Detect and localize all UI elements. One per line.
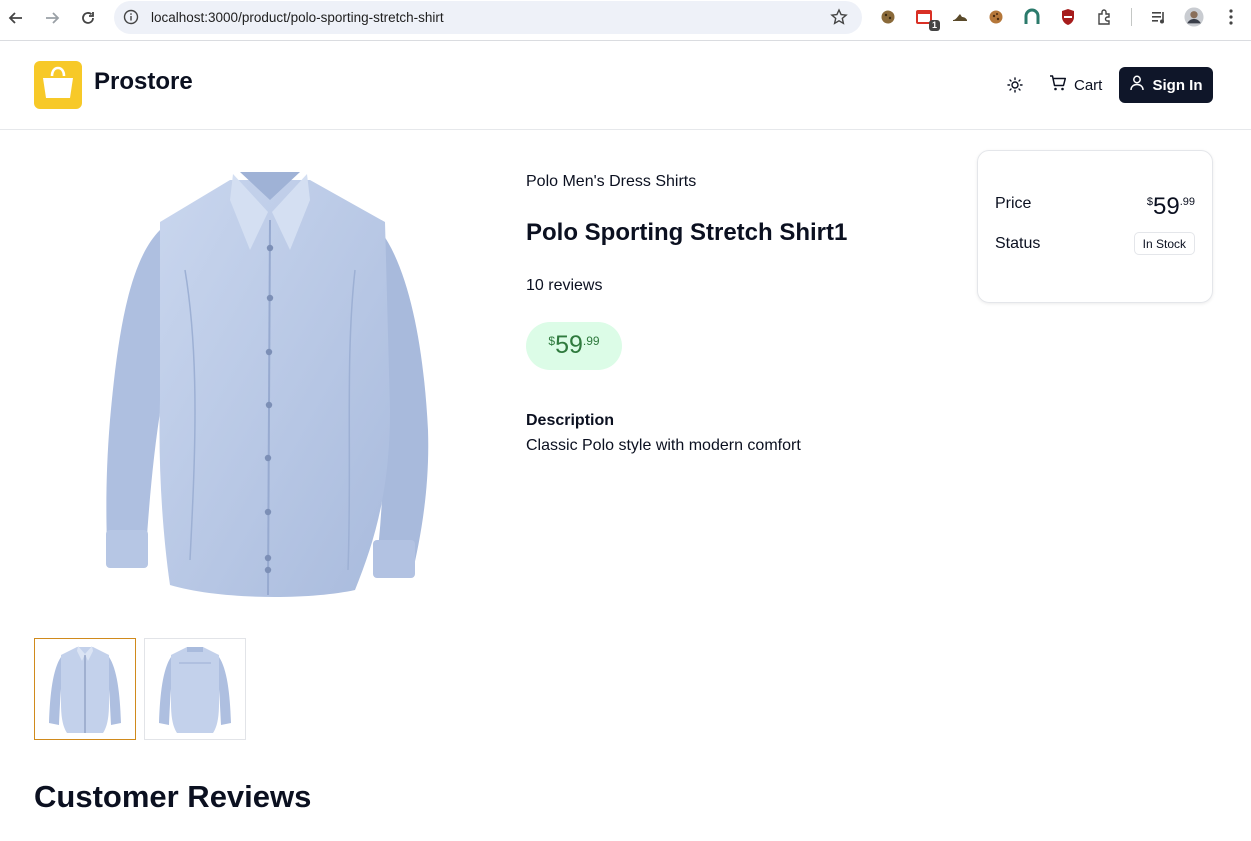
forward-arrow-icon[interactable] xyxy=(40,6,64,30)
review-count: 10 reviews xyxy=(526,277,603,294)
site-header: Prostore Cart Sign In xyxy=(0,41,1251,130)
thumbnail-back[interactable] xyxy=(144,638,246,740)
extension-shield-icon[interactable] xyxy=(1058,7,1078,27)
star-icon[interactable] xyxy=(830,8,848,31)
brand-name[interactable]: Prostore xyxy=(94,68,193,96)
cart-button[interactable]: Cart xyxy=(1049,71,1102,99)
description-heading: Description xyxy=(526,412,615,429)
card-price: $ 59 .99 xyxy=(1147,193,1195,221)
reload-icon[interactable] xyxy=(76,6,100,30)
browser-toolbar: localhost:3000/product/polo-sporting-str… xyxy=(0,0,1251,41)
toolbar-divider xyxy=(1131,8,1132,26)
customer-reviews-heading: Customer Reviews xyxy=(34,779,312,814)
price-whole: 59 xyxy=(555,331,583,359)
user-icon xyxy=(1129,75,1144,95)
cart-label: Cart xyxy=(1074,76,1103,94)
card-price-label: Price xyxy=(995,195,1032,212)
logo[interactable] xyxy=(34,61,82,109)
price-badge: $ 59 .99 xyxy=(526,322,622,370)
sign-in-button[interactable]: Sign In xyxy=(1119,67,1213,103)
address-bar[interactable]: localhost:3000/product/polo-sporting-str… xyxy=(114,1,862,34)
thumbnail-front[interactable] xyxy=(34,638,136,740)
sign-in-label: Sign In xyxy=(1152,76,1203,94)
card-price-cents: .99 xyxy=(1179,196,1195,208)
purchase-card: Price $ 59 .99 Status In Stock xyxy=(977,150,1213,303)
shopping-bag-icon xyxy=(39,66,77,105)
cart-icon xyxy=(1049,74,1067,96)
price-currency: $ xyxy=(548,334,556,348)
extension-badge: 1 xyxy=(928,20,940,31)
info-icon[interactable] xyxy=(123,9,139,30)
profile-avatar[interactable] xyxy=(1184,7,1204,27)
extension-shoe-icon[interactable] xyxy=(950,7,970,27)
product-brand-category: Polo Men's Dress Shirts xyxy=(526,173,697,190)
card-price-whole: 59 xyxy=(1153,193,1180,220)
card-status-label: Status xyxy=(995,235,1041,252)
extension-calendar-icon[interactable]: 1 xyxy=(914,7,940,31)
status-badge: In Stock xyxy=(1133,232,1195,255)
media-icon[interactable] xyxy=(1149,7,1169,27)
menu-icon[interactable] xyxy=(1221,7,1241,27)
price-cents: .99 xyxy=(582,334,600,348)
extension-arch-icon[interactable] xyxy=(1022,7,1042,27)
url-text: localhost:3000/product/polo-sporting-str… xyxy=(151,10,444,25)
extension-cookie2-icon[interactable] xyxy=(986,7,1006,27)
product-main-image xyxy=(90,160,440,605)
sun-icon[interactable] xyxy=(1003,73,1027,97)
product-title: Polo Sporting Stretch Shirt1 xyxy=(526,219,848,246)
extension-cookie-icon[interactable] xyxy=(878,7,898,27)
extensions-icon[interactable] xyxy=(1095,7,1115,27)
back-arrow-icon[interactable] xyxy=(4,6,28,30)
description-text: Classic Polo style with modern comfort xyxy=(526,437,801,454)
